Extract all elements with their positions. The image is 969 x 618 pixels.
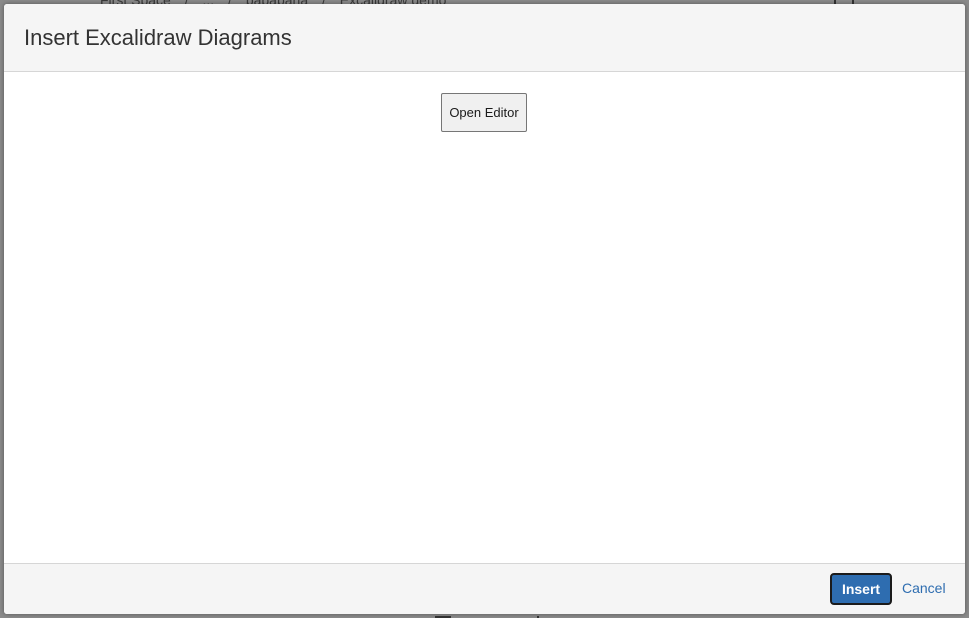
insert-diagram-dialog: Insert Excalidraw Diagrams Open Editor I… <box>4 4 965 614</box>
dialog-title: Insert Excalidraw Diagrams <box>24 24 292 50</box>
dialog-header: Insert Excalidraw Diagrams <box>4 4 965 72</box>
open-editor-button[interactable]: Open Editor <box>441 93 527 132</box>
insert-button[interactable]: Insert <box>830 573 892 605</box>
dialog-footer: Insert Cancel <box>4 563 965 614</box>
cancel-link[interactable]: Cancel <box>902 580 946 596</box>
dialog-body: Open Editor <box>4 73 965 563</box>
diagram-preview-sketch <box>395 614 575 618</box>
